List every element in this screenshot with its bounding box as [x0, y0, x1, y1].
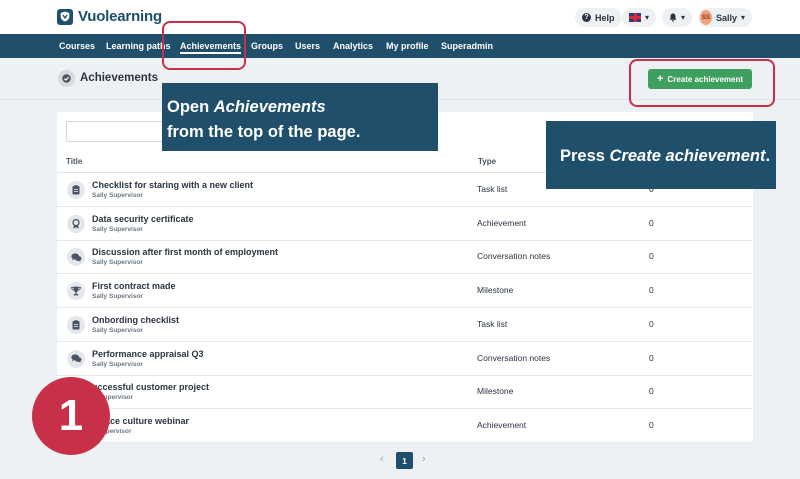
- row-count: 0: [649, 285, 654, 296]
- row-author: Sally Supervisor: [92, 293, 143, 301]
- row-title[interactable]: Performance appraisal Q3: [92, 349, 204, 359]
- chevron-down-icon: ▾: [740, 13, 745, 22]
- nav-courses[interactable]: Courses: [59, 34, 95, 58]
- row-title[interactable]: uccessful customer project: [92, 382, 209, 392]
- row-author: Sally Supervisor: [92, 225, 143, 233]
- table-row[interactable]: Performance appraisal Q3 Sally Supervisor…: [57, 342, 753, 376]
- comments-icon: [67, 349, 85, 368]
- logo-shield-icon: [57, 8, 73, 25]
- award-icon: [67, 214, 85, 233]
- nav-learning-paths[interactable]: Learning paths: [106, 34, 171, 58]
- row-type: Conversation notes: [477, 352, 551, 363]
- pagination-prev-icon[interactable]: ‹: [380, 453, 384, 465]
- question-circle-icon: ?: [582, 13, 591, 22]
- nav-users[interactable]: Users: [295, 34, 320, 58]
- row-title[interactable]: Data security certificate: [92, 214, 194, 224]
- step-number-badge: 1: [32, 377, 110, 455]
- language-selector[interactable]: ▾: [622, 8, 656, 27]
- instruction-callout-create: Press Create achievement.: [546, 121, 776, 189]
- table-row[interactable]: Onbording checklist Sally Supervisor Task …: [57, 308, 753, 342]
- row-type: Task list: [477, 318, 508, 329]
- clipboard-icon: [67, 181, 85, 199]
- row-type: Achievement: [477, 419, 527, 430]
- help-label: Help: [595, 12, 615, 23]
- chevron-down-icon: ▾: [680, 13, 685, 22]
- highlight-create-button: [629, 59, 775, 107]
- row-count: 0: [649, 251, 654, 262]
- row-title[interactable]: Onbording checklist: [92, 315, 179, 325]
- row-title[interactable]: Discussion after first month of employme…: [92, 247, 278, 257]
- callout1-emphasis: Achievements: [213, 98, 326, 116]
- uk-flag-icon: [629, 13, 641, 22]
- clipboard-icon: [67, 315, 85, 334]
- row-count: 0: [649, 386, 654, 397]
- comments-icon: [67, 248, 85, 267]
- chevron-down-icon: ▾: [644, 13, 649, 22]
- row-author: Sally Supervisor: [92, 326, 143, 334]
- main-nav: Courses Learning paths Achievements Grou…: [0, 34, 800, 58]
- callout2-emphasis: Create achievement: [609, 147, 766, 165]
- row-title[interactable]: Checklist for staring with a new client: [92, 180, 253, 190]
- bell-icon: [669, 13, 677, 22]
- notifications-button[interactable]: ▾: [662, 8, 692, 27]
- table-row[interactable]: uccessful customer project ly Supervisor M…: [57, 375, 753, 410]
- pagination-next-icon[interactable]: ›: [422, 453, 426, 465]
- app-logo[interactable]: Vuolearning: [57, 8, 162, 25]
- row-count: 0: [649, 318, 654, 329]
- table-row[interactable]: First contract made Sally Supervisor Miles…: [57, 274, 753, 309]
- row-type: Achievement: [477, 217, 527, 228]
- callout1-line2: from the top of the page.: [167, 123, 361, 141]
- highlight-achievements-nav: [162, 21, 246, 70]
- callout2-prefix: Press: [560, 147, 610, 165]
- column-header-type[interactable]: Type: [478, 157, 496, 166]
- search-input[interactable]: [66, 121, 176, 142]
- callout2-suffix: .: [765, 147, 771, 165]
- row-type: Conversation notes: [477, 251, 551, 262]
- table-row[interactable]: Data security certificate Sally Superviso…: [57, 207, 753, 241]
- row-author: Sally Supervisor: [92, 192, 143, 199]
- help-button[interactable]: ? Help: [575, 8, 622, 27]
- app-name: Vuolearning: [78, 8, 162, 25]
- row-count: 0: [649, 419, 654, 430]
- top-bar: Vuolearning ? Help ▾ ▾ SS Sally ▾: [0, 0, 800, 34]
- row-type: Milestone: [477, 285, 514, 296]
- callout1-prefix: Open: [167, 98, 214, 116]
- nav-groups[interactable]: Groups: [251, 34, 283, 58]
- user-menu[interactable]: SS Sally ▾: [698, 8, 752, 27]
- avatar: SS: [700, 10, 712, 25]
- table-row[interactable]: Discussion after first month of employme…: [57, 240, 753, 275]
- row-type: Milestone: [477, 386, 514, 397]
- nav-analytics[interactable]: Analytics: [333, 34, 373, 58]
- row-type: Task list: [477, 184, 508, 194]
- pagination-page-current[interactable]: 1: [396, 452, 413, 469]
- page-title: Achievements: [80, 72, 158, 84]
- row-title[interactable]: First contract made: [92, 281, 176, 291]
- row-author: Sally Supervisor: [92, 259, 143, 267]
- check-circle-icon: [58, 70, 75, 87]
- row-author: Sally Supervisor: [92, 360, 143, 368]
- nav-my-profile[interactable]: My profile: [386, 34, 429, 58]
- nav-superadmin[interactable]: Superadmin: [441, 34, 493, 58]
- instruction-callout-open-achievements: Open Achievements from the top of the pa…: [162, 83, 438, 151]
- row-count: 0: [649, 352, 654, 363]
- trophy-icon: [67, 282, 85, 301]
- user-name: Sally: [715, 12, 737, 23]
- column-header-title[interactable]: Title: [66, 157, 82, 166]
- table-row[interactable]: kplace culture webinar y Supervisor Achiev…: [57, 409, 753, 443]
- row-count: 0: [649, 217, 654, 228]
